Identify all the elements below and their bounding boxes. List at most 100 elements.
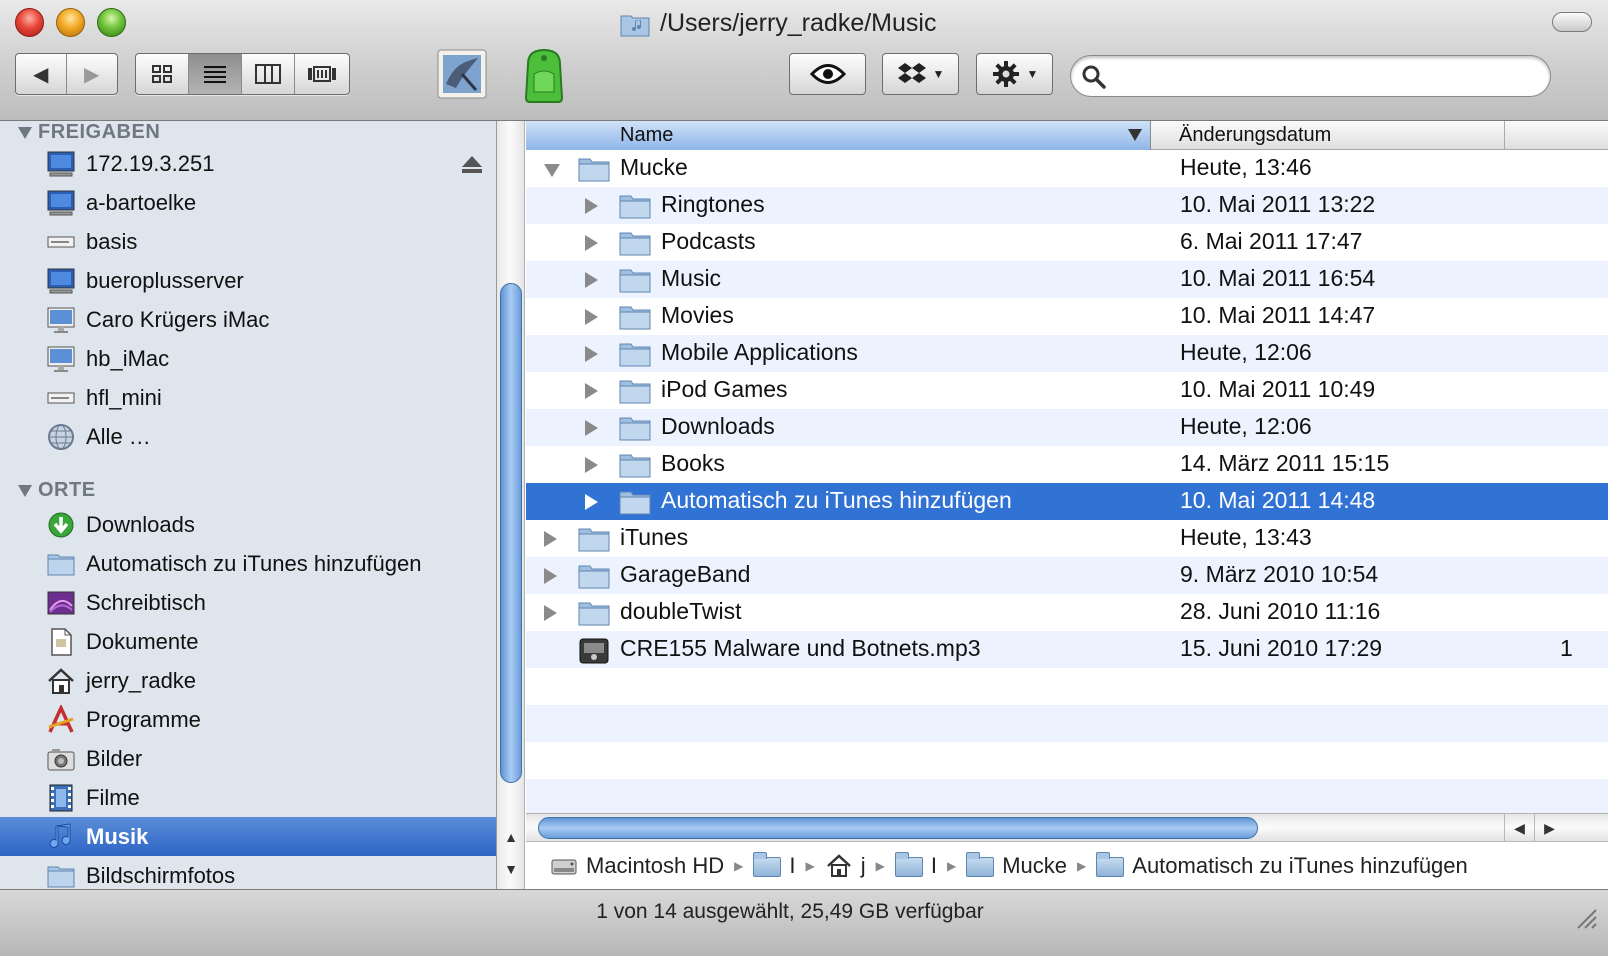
eject-icon[interactable] [461, 154, 483, 174]
sidebar-item-172-19-3-251[interactable]: 172.19.3.251 [0, 144, 496, 183]
disclosure-closed-icon[interactable] [585, 383, 598, 399]
file-row[interactable]: iPod Games 10. Mai 2011 10:49 [526, 372, 1608, 409]
scroll-down-arrow[interactable]: ▼ [497, 857, 525, 881]
scroll-up-arrow[interactable]: ▲ [497, 825, 525, 849]
file-name: Automatisch zu iTunes hinzufügen [661, 487, 1012, 513]
file-date: 14. März 2011 15:15 [1180, 450, 1390, 476]
disclosure-closed-icon[interactable] [544, 531, 557, 547]
file-row[interactable]: iTunes Heute, 13:43 [526, 520, 1608, 557]
disclosure-closed-icon[interactable] [544, 568, 557, 584]
path-item-mucke[interactable]: Mucke [966, 851, 1067, 879]
horizontal-scrollbar[interactable]: ◀ ▶ [526, 813, 1608, 842]
sidebar-item-bilder[interactable]: Bilder [0, 739, 496, 778]
scroll-left-arrow[interactable]: ◀ [1504, 814, 1534, 842]
sidebar-item-schreibtisch[interactable]: Schreibtisch [0, 583, 496, 622]
disclosure-closed-icon[interactable] [585, 420, 598, 436]
path-item-disk[interactable]: Macintosh HD [550, 853, 724, 879]
disclosure-closed-icon[interactable] [585, 309, 598, 325]
file-row[interactable]: GarageBand 9. März 2010 10:54 [526, 557, 1608, 594]
sidebar-item-hfl-mini[interactable]: hfl_mini [0, 378, 496, 417]
disclosure-closed-icon[interactable] [585, 235, 598, 251]
sidebar-item-alle[interactable]: Alle … [0, 417, 496, 456]
list-view-button[interactable] [189, 54, 242, 94]
path-item-current[interactable]: Automatisch zu iTunes hinzufügen [1096, 851, 1468, 879]
file-row[interactable]: CRE155 Malware und Botnets.mp3 15. Juni 2… [526, 631, 1608, 668]
file-row[interactable]: Automatisch zu iTunes hinzufügen 10. Mai … [526, 483, 1608, 520]
file-name: GarageBand [620, 561, 751, 587]
sidebar-header-shared[interactable]: FREIGABEN [18, 121, 160, 144]
disclosure-closed-icon[interactable] [585, 346, 598, 362]
sidebar-item-musik[interactable]: Musik [0, 817, 496, 856]
action-menu-button[interactable]: ▼ [976, 53, 1053, 95]
empty-list-row [526, 742, 1608, 779]
quick-look-button[interactable] [789, 53, 866, 95]
music-icon [46, 822, 76, 852]
folder-icon [578, 526, 610, 552]
path-item-music[interactable]: I [894, 851, 937, 879]
sidebar-item-hb-imac[interactable]: hb_iMac [0, 339, 496, 378]
disclosure-closed-icon[interactable] [585, 272, 598, 288]
backpack-app-icon[interactable] [514, 44, 574, 106]
sidebar-item-jerry-radke[interactable]: jerry_radke [0, 661, 496, 700]
disclosure-closed-icon[interactable] [585, 494, 598, 510]
sidebar-item-a-bartoelke[interactable]: a-bartoelke [0, 183, 496, 222]
status-bar: 1 von 14 ausgewählt, 25,49 GB verfügbar [0, 889, 1608, 956]
sidebar-item-automatisch-zu-itunes-hinzuf-gen[interactable]: Automatisch zu iTunes hinzufügen [0, 544, 496, 583]
date-column-header[interactable]: Änderungsdatum [1151, 121, 1505, 150]
sidebar-item-bildschirmfotos[interactable]: Bildschirmfotos [0, 856, 496, 889]
minimize-window-button[interactable] [56, 8, 85, 37]
toolbar-toggle-button[interactable] [1552, 12, 1592, 32]
empty-list-row [526, 705, 1608, 742]
icon-view-button[interactable] [136, 54, 189, 94]
cover-flow-button[interactable] [295, 54, 348, 94]
resize-grip-icon[interactable] [1572, 904, 1598, 930]
file-row[interactable]: Podcasts 6. Mai 2011 17:47 [526, 224, 1608, 261]
sidebar-item-bueroplusserver[interactable]: bueroplusserver [0, 261, 496, 300]
file-row[interactable]: Ringtones 10. Mai 2011 13:22 [526, 187, 1608, 224]
status-text: 1 von 14 ausgewählt, 25,49 GB verfügbar [596, 900, 984, 923]
name-column-header[interactable]: Name [526, 121, 1151, 150]
forward-button[interactable]: ▶ [67, 54, 118, 94]
search-input[interactable] [1115, 62, 1535, 90]
scroll-right-arrow[interactable]: ▶ [1534, 814, 1564, 842]
sidebar-item-filme[interactable]: Filme [0, 778, 496, 817]
file-row[interactable]: Mobile Applications Heute, 12:06 [526, 335, 1608, 372]
sidebar-item-label: Alle … [86, 423, 151, 449]
dropbox-button[interactable]: ▼ [882, 53, 959, 95]
file-row[interactable]: Movies 10. Mai 2011 14:47 [526, 298, 1608, 335]
file-row[interactable]: Books 14. März 2011 15:15 [526, 446, 1608, 483]
music-folder-icon[interactable] [620, 11, 650, 37]
sidebar-item-dokumente[interactable]: Dokumente [0, 622, 496, 661]
zoom-window-button[interactable] [97, 8, 126, 37]
sidebar-item-basis[interactable]: basis [0, 222, 496, 261]
search-field[interactable] [1070, 55, 1551, 97]
disclosure-open-icon[interactable] [544, 164, 560, 177]
sidebar-item-label: Downloads [86, 511, 195, 537]
disclosure-closed-icon[interactable] [544, 605, 557, 621]
sidebar-item-downloads[interactable]: Downloads [0, 505, 496, 544]
back-button[interactable]: ◀ [16, 54, 67, 94]
disclosure-closed-icon[interactable] [585, 198, 598, 214]
folder-icon [578, 563, 610, 589]
sidebar-item-caro-kr-gers-imac[interactable]: Caro Krügers iMac [0, 300, 496, 339]
column-view-button[interactable] [242, 54, 295, 94]
sidebar-scroll-thumb[interactable] [500, 283, 522, 783]
path-item-users[interactable]: I [753, 851, 796, 879]
path-item-home[interactable]: j [825, 853, 866, 879]
close-window-button[interactable] [15, 8, 44, 37]
applications-icon [46, 703, 76, 735]
sidebar-item-programme[interactable]: Programme [0, 700, 496, 739]
horizontal-scroll-thumb[interactable] [538, 817, 1258, 839]
file-row[interactable]: Mucke Heute, 13:46 [526, 150, 1608, 187]
file-date: 10. Mai 2011 14:47 [1180, 302, 1376, 328]
desktop-icon [46, 588, 76, 618]
folder-icon [578, 600, 610, 626]
file-row[interactable]: Downloads Heute, 12:06 [526, 409, 1608, 446]
chevron-down-icon: ▼ [932, 67, 945, 81]
sidebar-scrollbar[interactable]: ▲ ▼ [497, 121, 525, 889]
disclosure-closed-icon[interactable] [585, 457, 598, 473]
file-row[interactable]: Music 10. Mai 2011 16:54 [526, 261, 1608, 298]
mail-app-icon[interactable] [432, 44, 492, 106]
file-row[interactable]: doubleTwist 28. Juni 2010 11:16 [526, 594, 1608, 631]
sidebar-header-places[interactable]: ORTE [18, 479, 96, 502]
